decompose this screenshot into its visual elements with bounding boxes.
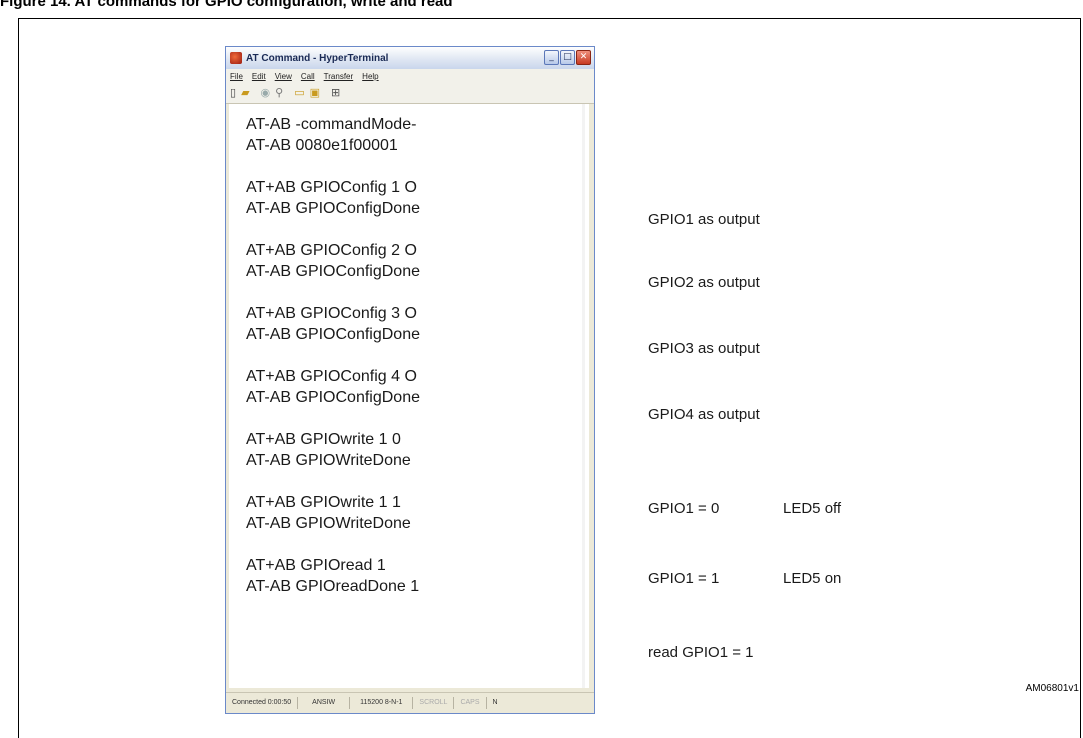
- figure-reference: AM06801v1: [1025, 683, 1079, 694]
- status-scroll: SCROLL: [413, 697, 455, 709]
- status-settings: 115200 8-N-1: [350, 697, 414, 709]
- window-buttons: _ □ ✕: [544, 50, 591, 65]
- terminal-line: AT-AB GPIOConfigDone: [246, 200, 420, 217]
- annotation-led-on: LED5 on: [783, 570, 842, 587]
- figure-title: Figure 14. AT commands for GPIO configur…: [0, 0, 453, 10]
- status-num: N: [492, 699, 498, 706]
- menu-view[interactable]: View: [275, 72, 292, 81]
- hyperterminal-app-icon: [230, 52, 242, 64]
- maximize-button[interactable]: □: [560, 50, 575, 65]
- annotation-write1: GPIO1 = 1: [648, 570, 720, 587]
- menu-transfer[interactable]: Transfer: [324, 72, 354, 81]
- terminal-line: AT+AB GPIOread 1: [246, 557, 386, 574]
- menu-call[interactable]: Call: [301, 72, 315, 81]
- output-block: AT+AB GPIOread 1 AT-AB GPIOreadDone 1: [246, 555, 420, 597]
- hyperterminal-window: AT Command - HyperTerminal _ □ ✕ File Ed…: [225, 46, 595, 714]
- new-icon[interactable]: ▯: [230, 86, 236, 100]
- output-block: AT+AB GPIOwrite 1 0 AT-AB GPIOWriteDone: [246, 429, 420, 471]
- annotation-read: read GPIO1 = 1: [648, 644, 754, 661]
- status-connected: Connected 0:00:50: [226, 697, 299, 709]
- output-block: AT+AB GPIOConfig 2 O AT-AB GPIOConfigDon…: [246, 240, 420, 282]
- terminal-line: AT-AB GPIOreadDone 1: [246, 578, 420, 595]
- receive-icon[interactable]: ▣: [310, 86, 320, 100]
- vertical-scrollbar[interactable]: [582, 104, 585, 688]
- terminal-line: AT-AB 0080e1f00001: [246, 137, 398, 154]
- menu-bar: File Edit View Call Transfer Help: [226, 69, 594, 83]
- open-icon[interactable]: ▰: [241, 86, 249, 100]
- terminal-line: AT+AB GPIOConfig 4 O: [246, 368, 417, 385]
- terminal-line: AT+AB GPIOConfig 3 O: [246, 305, 417, 322]
- annotation-led-off: LED5 off: [783, 500, 842, 517]
- terminal-line: AT+AB GPIOConfig 2 O: [246, 242, 417, 259]
- toolbar: ▯ ▰ ◉ ⚲ ▭ ▣ ⊞: [226, 83, 594, 104]
- output-block: AT+AB GPIOConfig 3 O AT-AB GPIOConfigDon…: [246, 303, 420, 345]
- status-emulation: ANSIW: [298, 697, 351, 709]
- menu-edit[interactable]: Edit: [252, 72, 266, 81]
- disconnect-icon[interactable]: ◉: [261, 86, 271, 100]
- output-block: AT+AB GPIOwrite 1 1 AT-AB GPIOWriteDone: [246, 492, 420, 534]
- menu-file[interactable]: File: [230, 72, 243, 81]
- window-title: AT Command - HyperTerminal: [246, 52, 389, 64]
- terminal-line: AT-AB GPIOConfigDone: [246, 389, 420, 406]
- terminal-line: AT-AB GPIOWriteDone: [246, 452, 411, 469]
- minimize-button[interactable]: _: [544, 50, 559, 65]
- terminal-area[interactable]: AT-AB -commandMode- AT-AB 0080e1f00001 A…: [229, 104, 589, 688]
- terminal-line: AT-AB GPIOWriteDone: [246, 515, 411, 532]
- menu-help[interactable]: Help: [362, 72, 378, 81]
- terminal-output: AT-AB -commandMode- AT-AB 0080e1f00001 A…: [246, 114, 420, 618]
- close-button[interactable]: ✕: [576, 50, 591, 65]
- annotation-gpio3: GPIO3 as output: [648, 340, 760, 357]
- terminal-line: AT+AB GPIOwrite 1 0: [246, 431, 401, 448]
- output-block: AT+AB GPIOConfig 1 O AT-AB GPIOConfigDon…: [246, 177, 420, 219]
- title-bar[interactable]: AT Command - HyperTerminal _ □ ✕: [226, 47, 594, 69]
- terminal-line: AT+AB GPIOConfig 1 O: [246, 179, 417, 196]
- annotation-write0: GPIO1 = 0: [648, 500, 720, 517]
- properties-icon[interactable]: ⚲: [275, 86, 283, 100]
- settings-icon[interactable]: ⊞: [331, 86, 340, 100]
- output-block: AT-AB -commandMode- AT-AB 0080e1f00001: [246, 114, 420, 156]
- status-caps: CAPS: [454, 697, 487, 709]
- terminal-line: AT-AB GPIOConfigDone: [246, 263, 420, 280]
- output-block: AT+AB GPIOConfig 4 O AT-AB GPIOConfigDon…: [246, 366, 420, 408]
- terminal-line: AT+AB GPIOwrite 1 1: [246, 494, 401, 511]
- status-bar: Connected 0:00:50 ANSIW 115200 8-N-1 SCR…: [226, 692, 594, 713]
- annotation-gpio4: GPIO4 as output: [648, 406, 760, 423]
- terminal-line: AT-AB -commandMode-: [246, 116, 417, 133]
- annotation-gpio2: GPIO2 as output: [648, 274, 760, 291]
- send-icon[interactable]: ▭: [294, 86, 304, 100]
- terminal-line: AT-AB GPIOConfigDone: [246, 326, 420, 343]
- annotation-gpio1: GPIO1 as output: [648, 211, 760, 228]
